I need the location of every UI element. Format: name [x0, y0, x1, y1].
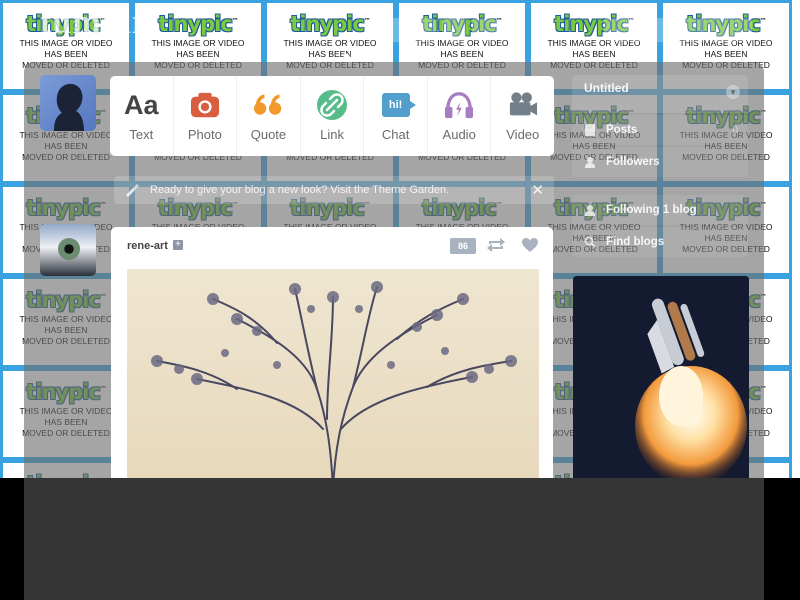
post-photo-tree-illustration[interactable]: [127, 269, 539, 487]
tumblr-logo[interactable]: tumblr: [40, 4, 148, 42]
notice-text[interactable]: Ready to give your blog a new look? Visi…: [150, 184, 449, 196]
header-nav-icons: [382, 18, 496, 42]
blog-title[interactable]: Untitled: [584, 81, 629, 95]
sidebar-item-following[interactable]: Following 1 blog: [572, 195, 748, 225]
post-type-label-video: Video: [506, 127, 540, 142]
post-type-label-photo: Photo: [187, 127, 222, 142]
sidebar-item-followers[interactable]: Followers: [572, 147, 748, 177]
chat-icon: hi!: [381, 90, 416, 120]
search-input[interactable]: [604, 18, 752, 42]
post-type-label-chat: Chat: [381, 127, 410, 142]
post-author-avatar[interactable]: [40, 224, 96, 276]
link-icon: [317, 90, 348, 120]
sidebar-item-label: Posts: [606, 124, 638, 136]
post-card: rene-art + 86: [111, 227, 553, 487]
reblog-icon[interactable]: [486, 237, 506, 253]
post-author-link[interactable]: rene-art: [127, 240, 168, 252]
post-type-chat[interactable]: hi! Chat: [363, 76, 427, 156]
text-icon: Aa: [124, 89, 159, 120]
video-camera-icon: [508, 90, 538, 120]
explore-icon[interactable]: [412, 18, 436, 42]
user-avatar[interactable]: [40, 75, 96, 131]
sidebar-item-find-blogs[interactable]: Find blogs: [572, 227, 748, 257]
theme-garden-notice[interactable]: Ready to give your blog a new look? Visi…: [114, 176, 554, 204]
find-blogs-icon: [584, 236, 596, 248]
like-heart-icon[interactable]: [521, 237, 539, 253]
inbox-icon[interactable]: [442, 18, 466, 42]
bottom-panel: [24, 478, 764, 600]
post-type-bar: Aa Text Photo Quote Link hi! Chat Audio …: [110, 76, 554, 156]
blog-dropdown-toggle[interactable]: ▾: [726, 85, 740, 99]
quote-icon: [253, 90, 283, 120]
account-icon[interactable]: [472, 18, 496, 42]
post-type-quote[interactable]: Quote: [236, 76, 300, 156]
post-type-link[interactable]: Link: [299, 76, 364, 156]
sidebar-item-label: Find blogs: [606, 236, 665, 248]
rocket-launch-picture: [573, 276, 749, 480]
theme-brush-icon: [126, 184, 139, 197]
followers-icon: [585, 157, 595, 168]
posts-icon: [585, 124, 595, 136]
user-silhouette-icon: [54, 83, 84, 131]
eye-iris: [58, 238, 80, 260]
post-type-text[interactable]: Aa Text: [110, 76, 173, 156]
follow-button[interactable]: +: [173, 240, 183, 250]
sidebar-item-label: Followers: [606, 156, 660, 168]
tinypic-logo: tinypic™: [290, 12, 371, 36]
post-type-label-quote: Quote: [250, 127, 287, 142]
post-type-video[interactable]: Video: [490, 76, 554, 156]
post-type-label-text: Text: [129, 127, 154, 142]
post-type-photo[interactable]: Photo: [172, 76, 237, 156]
dashboard-home-icon[interactable]: [382, 18, 406, 42]
nav-caret-icon: [339, 53, 355, 62]
close-icon[interactable]: ✕: [531, 181, 544, 199]
camera-icon: [190, 90, 220, 120]
post-type-label-audio: Audio: [442, 127, 476, 142]
sidebar-item-label: Following 1 blog: [606, 204, 697, 216]
tree-drawing: [151, 281, 517, 487]
sidebar-item-count: 0: [732, 124, 738, 136]
radar-rocket-launch-image[interactable]: [573, 276, 749, 480]
sidebar-item-posts[interactable]: Posts 0: [572, 115, 748, 145]
headphones-icon: [444, 90, 474, 120]
post-type-audio[interactable]: Audio: [426, 76, 491, 156]
blog-selector[interactable]: Untitled ▾: [572, 75, 748, 113]
note-count-badge[interactable]: 86: [450, 238, 476, 254]
following-icon: [585, 205, 595, 216]
tinypic-logo: tinypic™: [158, 12, 239, 36]
post-type-label-link: Link: [320, 127, 344, 142]
